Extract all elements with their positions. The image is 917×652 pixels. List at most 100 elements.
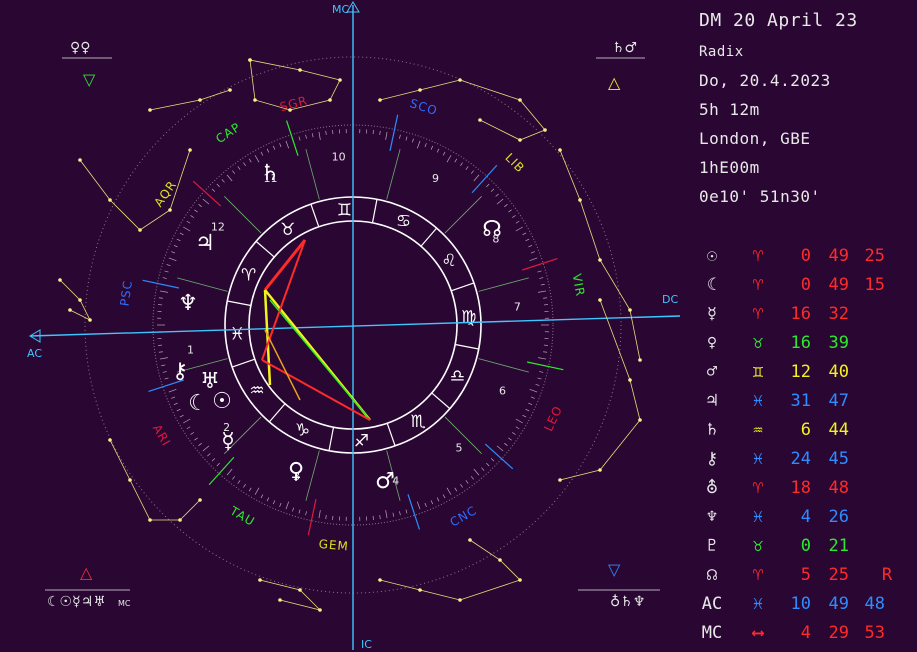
degree-tick [194, 209, 198, 213]
sign-glyph-sun: ♈ [752, 246, 764, 266]
degree-tick [537, 270, 542, 273]
degree-tick [176, 408, 181, 412]
degree-tick [311, 133, 314, 138]
degree-tick [416, 140, 421, 149]
wheel-planet-glyph: ♃ [195, 231, 215, 256]
degree-tick [279, 143, 282, 148]
star [258, 578, 262, 582]
star [638, 418, 642, 422]
minute-sun: 49 [828, 246, 849, 266]
degree-tick [490, 458, 495, 462]
degree-tick [470, 476, 474, 480]
planet-row-node: ☊ ♈ 5 25 R [699, 565, 914, 589]
star [468, 538, 472, 542]
planet-row-uranus: ⛢ ♈ 18 48 [699, 478, 914, 502]
degree-tick [211, 188, 216, 192]
planet-glyph-moon: ☾ [706, 275, 718, 295]
star [228, 88, 232, 92]
degree-tick [158, 351, 163, 353]
aspect-line [269, 299, 371, 421]
star [518, 578, 522, 582]
star [288, 108, 292, 112]
degree-tick [202, 445, 210, 452]
planet-row-ac: AC ♓ 10 49 48 [699, 594, 914, 618]
zodiac-divider [386, 423, 396, 447]
degree-neptune: 4 [800, 507, 811, 527]
star [378, 98, 382, 102]
constellation-figure [149, 89, 231, 111]
house-cusp [478, 277, 529, 292]
degree-tick [171, 251, 176, 254]
degree-tick [529, 388, 538, 393]
planet-row-sun: ☉ ♈ 0 49 25 [699, 246, 914, 270]
degree-tick [486, 462, 490, 467]
degree-venus: 16 [790, 333, 811, 353]
degree-tick [164, 377, 169, 380]
degree-tick [254, 155, 260, 163]
house-cusp [305, 149, 320, 200]
sign-cusp-mark [142, 279, 180, 289]
degree-tick [530, 396, 535, 399]
constellation-figure [559, 299, 641, 481]
degree-tick [190, 215, 195, 218]
degree-tick [538, 290, 547, 293]
mc-label: MC [332, 3, 349, 16]
zodiac-glyph: ♎ [450, 366, 465, 386]
house-cusp [444, 416, 482, 454]
zodiac-divider [227, 300, 251, 307]
degree-tick [504, 204, 508, 208]
degree-tick [385, 510, 388, 519]
minute-pluto: 21 [828, 536, 849, 556]
constellation-label: SCO [408, 96, 439, 118]
degree-tick [168, 257, 177, 262]
second-moon: 15 [864, 275, 885, 295]
star [248, 58, 252, 62]
degree-tick [424, 502, 427, 507]
degree-tick [424, 143, 427, 148]
degree-tick [436, 497, 440, 502]
house-cusp [444, 196, 482, 234]
zodiac-divider [420, 227, 438, 247]
zodiac-glyph: ♏ [411, 412, 426, 432]
aspect-line [263, 239, 307, 291]
star [78, 298, 82, 302]
degree-tick [525, 408, 530, 412]
degree-tick [221, 179, 225, 183]
planet-row-neptune: ♆ ♓ 4 26 [699, 507, 914, 531]
chart-title: DM 20 April 23 [699, 10, 858, 31]
planet-glyph-uranus: ⛢ [705, 478, 719, 498]
degree-tick [248, 158, 252, 163]
wheel-planet-glyph: ☊ [482, 217, 502, 242]
degree-sun: 0 [800, 246, 811, 266]
star [148, 108, 152, 112]
zodiac-glyph: ♋ [396, 212, 411, 232]
star [168, 208, 172, 212]
sign-cusp-mark [526, 361, 564, 371]
corner-tl-element: ▽ [83, 70, 96, 89]
degree-tick [508, 437, 512, 441]
sign-glyph-uranus: ♈ [752, 478, 764, 498]
planet-row-mars: ♂ ♊ 12 40 [699, 362, 914, 386]
degree-tick [173, 402, 178, 406]
degree-tick [202, 198, 210, 205]
degree-tick [162, 371, 167, 373]
degree-tick [171, 396, 176, 399]
degree-tick [538, 357, 547, 360]
corner-bl-mc: MC [118, 599, 131, 608]
chart-type: Radix [699, 44, 744, 60]
degree-tick [179, 414, 184, 418]
zodiac-glyph: ♑ [295, 420, 310, 440]
degree-tick [260, 151, 264, 156]
degree-tick [232, 476, 236, 480]
star [78, 158, 82, 162]
degree-tick [237, 480, 241, 484]
planet-glyph-node: ☊ [706, 565, 718, 585]
degree-tick [473, 468, 480, 476]
constellation-figure [109, 439, 201, 521]
degree-tick [318, 510, 321, 519]
sign-glyph-ac: ♓ [752, 594, 764, 614]
star [638, 358, 642, 362]
retro-node: R [881, 565, 893, 585]
star [598, 298, 602, 302]
star [378, 578, 382, 582]
